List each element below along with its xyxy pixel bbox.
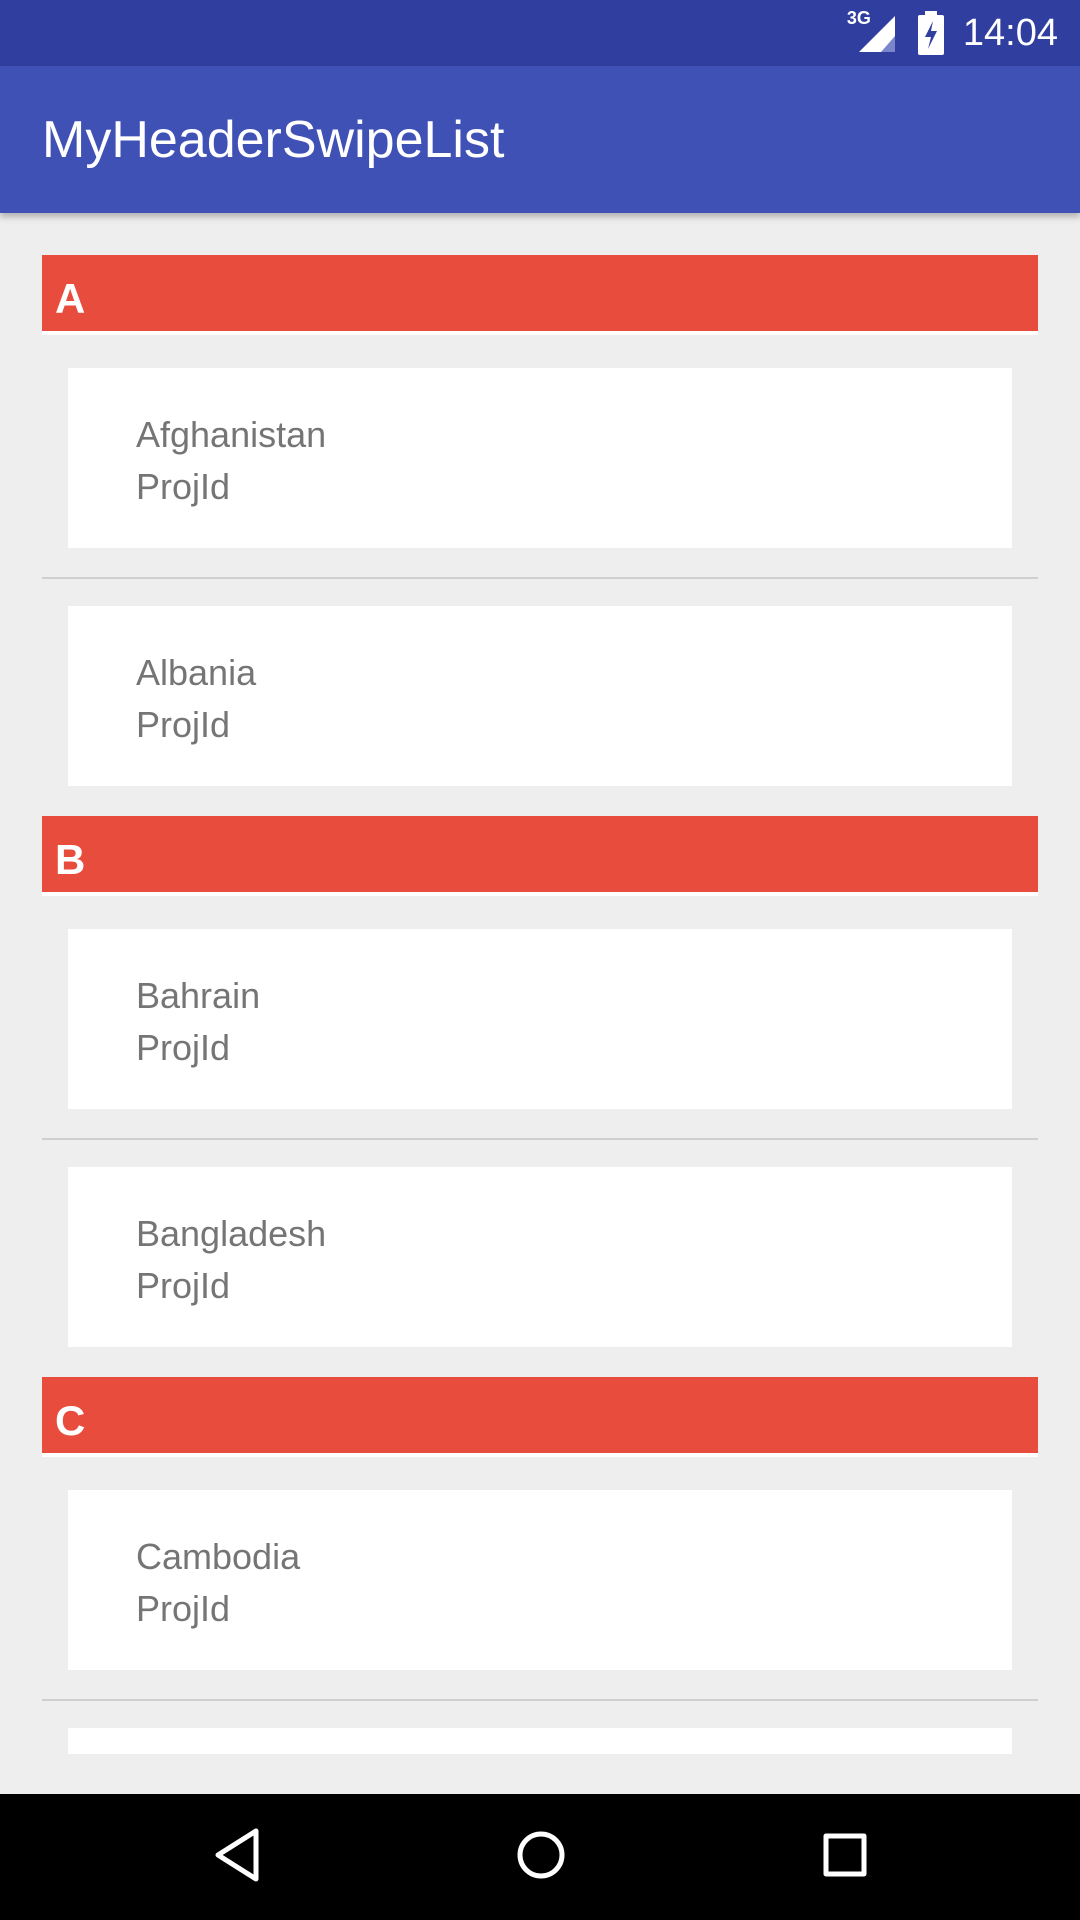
section-letter: C [55, 1397, 86, 1444]
status-icons: 3G 14:04 [847, 0, 1058, 66]
list-item-title: Cambodia [136, 1536, 301, 1577]
list-item-partial[interactable] [68, 1728, 1012, 1754]
list-item-albania[interactable]: Albania ProjId [68, 606, 1012, 786]
navigation-bar [0, 1794, 1080, 1920]
section-header-b: B [42, 816, 1038, 896]
back-button[interactable] [202, 1822, 272, 1892]
recents-square-icon [821, 1831, 869, 1884]
section-header-c: C [42, 1377, 1038, 1457]
list-item-bangladesh[interactable]: Bangladesh ProjId [68, 1167, 1012, 1347]
list-item-title: Bahrain [136, 975, 261, 1016]
list-item-title: Albania [136, 652, 257, 693]
status-time: 14:04 [962, 11, 1058, 54]
app-bar: MyHeaderSwipeList [0, 66, 1080, 213]
list-item-subtitle: ProjId [136, 466, 231, 507]
list-item-subtitle: ProjId [136, 1588, 231, 1629]
list-item-subtitle: ProjId [136, 1265, 231, 1306]
list-item-cambodia[interactable]: Cambodia ProjId [68, 1490, 1012, 1670]
home-circle-icon [515, 1829, 567, 1886]
divider [42, 1138, 1038, 1140]
home-button[interactable] [506, 1822, 576, 1892]
battery-charging-icon [917, 11, 945, 55]
back-triangle-icon [212, 1827, 262, 1888]
list-item-title: Bangladesh [136, 1213, 327, 1254]
list-item-subtitle: ProjId [136, 1027, 231, 1068]
recents-button[interactable] [810, 1822, 880, 1892]
section-letter: B [55, 836, 86, 883]
network-type-label: 3G [846, 8, 871, 28]
list-item-bahrain[interactable]: Bahrain ProjId [68, 929, 1012, 1109]
section-letter: A [55, 275, 86, 322]
section-list[interactable]: A Afghanistan ProjId Albania ProjId B Ba… [0, 213, 1080, 1794]
list-item-afghanistan[interactable]: Afghanistan ProjId [68, 368, 1012, 548]
status-bar: 3G 14:04 [0, 0, 1080, 66]
section-header-a: A [42, 255, 1038, 335]
divider [42, 1699, 1038, 1701]
signal-3g-icon: 3G [847, 8, 899, 54]
app-title: MyHeaderSwipeList [42, 111, 505, 169]
list-item-title: Afghanistan [136, 414, 327, 455]
divider [42, 577, 1038, 579]
list-item-subtitle: ProjId [136, 704, 231, 745]
